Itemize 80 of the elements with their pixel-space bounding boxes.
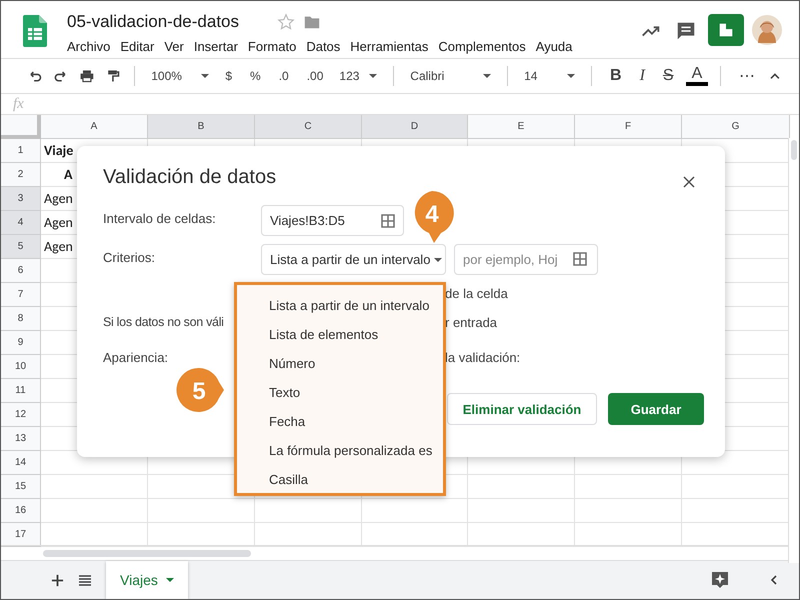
add-sheet-icon[interactable] xyxy=(51,574,64,586)
row-header[interactable]: 16 xyxy=(1,499,41,523)
menu-option[interactable]: Lista a partir de un intervalo xyxy=(269,291,443,320)
bold-button[interactable]: B xyxy=(604,67,628,85)
sheets-logo-icon[interactable] xyxy=(23,15,47,47)
column-header[interactable]: G xyxy=(682,115,790,139)
column-header[interactable]: D xyxy=(362,115,468,139)
field-label: Si los datos no son váli xyxy=(103,315,224,330)
comment-icon[interactable] xyxy=(675,20,697,42)
option-text: r entrada xyxy=(445,315,498,330)
row-header[interactable]: 2 xyxy=(1,163,41,187)
text-color-button[interactable]: A xyxy=(686,66,708,86)
source-range-field[interactable]: por ejemplo, Hoj xyxy=(454,244,598,275)
menu-option[interactable]: Número xyxy=(269,349,443,378)
menu-option[interactable]: Fecha xyxy=(269,407,443,436)
menu-option[interactable]: Lista de elementos xyxy=(269,320,443,349)
row-header[interactable]: 9 xyxy=(1,331,41,355)
scrollbar-thumb[interactable] xyxy=(43,550,251,557)
criteria-dropdown[interactable]: Lista a partir de un intervalo xyxy=(261,244,446,275)
increase-decimals-button[interactable]: .00 xyxy=(300,69,330,83)
number-format-dropdown[interactable]: 123 xyxy=(335,69,382,83)
menu-option[interactable]: La fórmula personalizada es xyxy=(269,436,443,465)
close-icon[interactable] xyxy=(683,176,695,188)
more-button[interactable]: ⋯ xyxy=(733,66,762,86)
sheet-tab[interactable]: Viajes xyxy=(106,561,188,599)
column-header[interactable]: C xyxy=(255,115,362,139)
zoom-dropdown[interactable]: 100% xyxy=(147,69,214,83)
currency-format-button[interactable]: $ xyxy=(219,69,238,83)
column-header[interactable]: F xyxy=(575,115,682,139)
vertical-scrollbar[interactable] xyxy=(788,138,799,563)
row-header[interactable]: 3 xyxy=(1,187,41,211)
row-header[interactable]: 14 xyxy=(1,451,41,475)
sheet-icon xyxy=(717,21,735,39)
menu-item[interactable]: Complementos xyxy=(438,37,531,56)
avatar-icon[interactable] xyxy=(752,15,782,45)
menu-option[interactable]: Casilla xyxy=(269,465,443,494)
menu-item[interactable]: Insertar xyxy=(194,37,243,56)
menu-item[interactable]: Herramientas xyxy=(350,37,434,56)
menu-item[interactable]: Ayuda xyxy=(536,37,578,56)
row-header[interactable]: 1 xyxy=(1,139,41,163)
field-label: Apariencia: xyxy=(103,350,168,365)
grid-icon[interactable] xyxy=(381,214,395,228)
row-header[interactable]: 17 xyxy=(1,523,41,547)
italic-button[interactable]: I xyxy=(634,67,651,85)
remove-validation-button[interactable]: Eliminar validación xyxy=(447,393,597,425)
row-header[interactable]: 5 xyxy=(1,235,41,259)
sheet-list-icon[interactable] xyxy=(78,573,92,587)
percent-format-button[interactable]: % xyxy=(244,69,267,83)
menu-item[interactable]: Archivo xyxy=(67,37,116,56)
decrease-decimals-button[interactable]: .0 xyxy=(272,69,295,83)
row-header[interactable]: 6 xyxy=(1,259,41,283)
range-field[interactable]: Viajes!B3:D5 xyxy=(261,205,404,236)
column-header[interactable]: E xyxy=(468,115,575,139)
menu-item[interactable]: Formato xyxy=(248,37,302,56)
star-icon[interactable] xyxy=(277,13,295,31)
row-header[interactable]: 7 xyxy=(1,283,41,307)
font-dropdown[interactable]: Calibri xyxy=(406,69,496,83)
explore-icon[interactable] xyxy=(710,570,730,590)
row-header[interactable]: 10 xyxy=(1,355,41,379)
row-header[interactable]: 12 xyxy=(1,403,41,427)
row-header[interactable]: 15 xyxy=(1,475,41,499)
present-button[interactable] xyxy=(708,14,744,46)
option-text: de la celda xyxy=(445,286,508,301)
column-header[interactable]: A xyxy=(41,115,148,139)
grid-icon[interactable] xyxy=(573,252,587,266)
formula-icon: fx xyxy=(13,96,24,112)
row-header[interactable]: 4 xyxy=(1,211,41,235)
column-header[interactable]: B xyxy=(148,115,255,139)
option-text: la validación: xyxy=(445,350,520,365)
menu-item[interactable]: Datos xyxy=(306,37,346,56)
menu-option[interactable]: Texto xyxy=(269,378,443,407)
row-header[interactable]: 8 xyxy=(1,307,41,331)
strikethrough-button[interactable]: S xyxy=(656,67,680,85)
row-header[interactable]: 11 xyxy=(1,379,41,403)
font-size-dropdown[interactable]: 14 xyxy=(520,69,580,83)
document-title[interactable]: 05-validacion-de-datos xyxy=(67,12,239,32)
row-header[interactable]: 13 xyxy=(1,427,41,451)
menu-item[interactable]: Ver xyxy=(164,37,189,56)
save-button[interactable]: Guardar xyxy=(608,393,704,425)
menu-item[interactable]: Editar xyxy=(120,37,160,56)
